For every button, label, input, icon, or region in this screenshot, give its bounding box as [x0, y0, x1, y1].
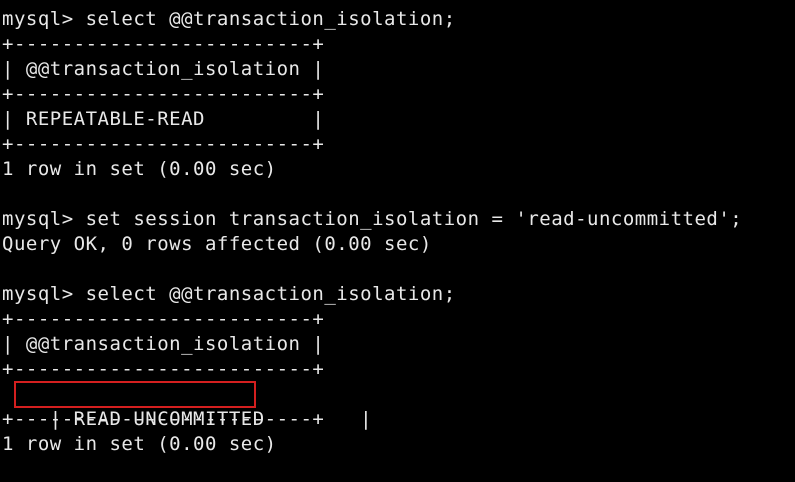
- table-header-2: | @@transaction_isolation |: [2, 333, 325, 355]
- result-summary-2: 1 row in set (0.00 sec): [2, 433, 277, 455]
- highlight-box: [14, 381, 256, 408]
- terminal-window[interactable]: mysql> select @@transaction_isolation; +…: [0, 0, 795, 467]
- prompt-line-select-1: mysql> select @@transaction_isolation;: [2, 8, 456, 30]
- table-value-row-1: | REPEATABLE-READ |: [2, 108, 325, 130]
- table-value-row-2: | READ-UNCOMMITTED |: [2, 381, 795, 430]
- table-border-bottom-1: +-------------------------+: [2, 133, 325, 155]
- table-border-bottom-2: +-------------------------+: [2, 408, 325, 430]
- table-border-mid-2: +-------------------------+: [2, 358, 325, 380]
- table-border-mid-1: +-------------------------+: [2, 83, 325, 105]
- query-ok-message: Query OK, 0 rows affected (0.00 sec): [2, 233, 432, 255]
- table-header-1: | @@transaction_isolation |: [2, 58, 325, 80]
- prompt-line-set-session: mysql> set session transaction_isolation…: [2, 208, 743, 230]
- prompt-line-select-2: mysql> select @@transaction_isolation;: [2, 283, 456, 305]
- table-border-top-2: +-------------------------+: [2, 308, 325, 330]
- result-summary-1: 1 row in set (0.00 sec): [2, 158, 277, 180]
- table-border-top-1: +-------------------------+: [2, 33, 325, 55]
